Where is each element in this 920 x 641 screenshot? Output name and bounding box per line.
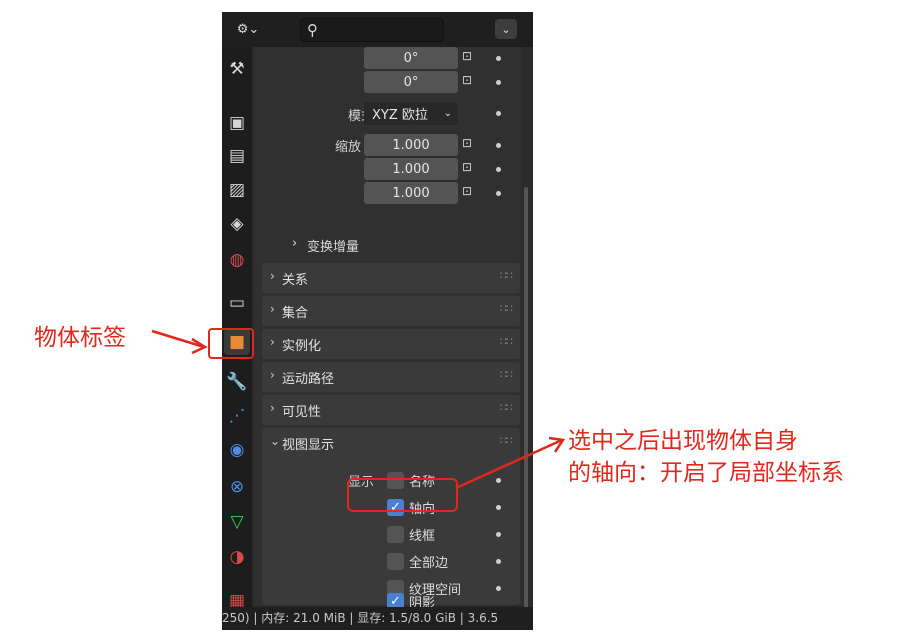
data-icon[interactable]: ▽ xyxy=(224,509,250,535)
scrollbar[interactable] xyxy=(524,187,528,617)
chevron-right-icon: › xyxy=(292,236,298,251)
constraints-icon[interactable]: ⊗ xyxy=(224,474,250,500)
lock-icon[interactable]: ⊡ xyxy=(462,184,472,198)
render-icon[interactable]: ▣ xyxy=(224,110,250,136)
collection-icon[interactable]: ▭ xyxy=(224,290,250,316)
object-tab-annotation: 物体标签 xyxy=(34,325,126,351)
keyframe-dot-icon[interactable] xyxy=(496,505,501,510)
section-title: 实例化 xyxy=(282,339,322,354)
section-motion-paths[interactable]: › 运动路径 ∷∷ xyxy=(262,362,520,392)
material-icon[interactable]: ◑ xyxy=(224,544,250,570)
output-icon[interactable]: ▤ xyxy=(224,143,250,169)
search-field[interactable]: ⚲ xyxy=(300,18,444,42)
section-relations[interactable]: › 关系 ∷∷ xyxy=(262,263,520,293)
chevron-down-icon[interactable]: ⌄ xyxy=(270,434,280,448)
chevron-right-icon: › xyxy=(270,401,275,415)
axes-option-highlight xyxy=(347,478,458,512)
object-properties-content: Y 0° ⊡ Z 0° ⊡ 模式 XYZ 欧拉 ⌄ 缩放 X 1.000 ⊡ Y… xyxy=(254,47,522,605)
drag-handle-icon[interactable]: ∷∷ xyxy=(500,335,513,348)
panel-header: ⚙⌄ ⚲ ⌄ xyxy=(222,12,533,47)
keyframe-dot-icon[interactable] xyxy=(496,532,501,537)
rotation-z-field[interactable]: 0° xyxy=(364,71,458,93)
rotation-mode-value: XYZ 欧拉 xyxy=(372,108,428,123)
lock-icon[interactable]: ⊡ xyxy=(462,49,472,63)
keyframe-dot-icon[interactable] xyxy=(496,80,501,85)
annotation-arrow xyxy=(455,436,566,490)
wireframe-label: 线框 xyxy=(409,529,436,544)
editor-type-button[interactable]: ⚙⌄ xyxy=(229,18,267,40)
keyframe-dot-icon[interactable] xyxy=(496,111,501,116)
scale-x-label: 缩放 X xyxy=(334,140,374,155)
chevron-right-icon: › xyxy=(270,302,275,316)
drag-handle-icon[interactable]: ∷∷ xyxy=(500,302,513,315)
wireframe-checkbox[interactable] xyxy=(387,526,404,543)
drag-handle-icon[interactable]: ∷∷ xyxy=(500,401,513,414)
all-edges-checkbox[interactable] xyxy=(387,553,404,570)
properties-panel: ⚙⌄ ⚲ ⌄ ⚒▣▤▨◈◍▭■🔧⋰◉⊗▽◑▦ Y 0° ⊡ Z 0° ⊡ 模式 … xyxy=(222,12,533,630)
axis-annotation-line2: 的轴向：开启了局部坐标系 xyxy=(568,460,844,486)
rotation-mode-label: 模式 xyxy=(347,109,374,124)
section-visibility[interactable]: › 可见性 ∷∷ xyxy=(262,395,520,425)
drag-handle-icon[interactable]: ∷∷ xyxy=(500,368,513,381)
chevron-right-icon: › xyxy=(270,368,275,382)
section-title: 可见性 xyxy=(282,405,322,420)
annotation-arrow xyxy=(151,329,208,355)
delta-transform-subpanel[interactable]: 变换增量 xyxy=(307,236,359,255)
axis-annotation-line1: 选中之后出现物体自身 xyxy=(568,428,798,454)
view-layer-icon[interactable]: ▨ xyxy=(224,177,250,203)
search-icon: ⚲ xyxy=(307,21,318,39)
physics-icon[interactable]: ◉ xyxy=(224,437,250,463)
rotation-y-field[interactable]: 0° xyxy=(364,47,458,69)
section-collections[interactable]: › 集合 ∷∷ xyxy=(262,296,520,326)
section-instancing[interactable]: › 实例化 ∷∷ xyxy=(262,329,520,359)
chevron-down-icon: ⌄ xyxy=(443,108,452,119)
lock-icon[interactable]: ⊡ xyxy=(462,136,472,150)
lock-icon[interactable]: ⊡ xyxy=(462,73,472,87)
all-edges-label: 全部边 xyxy=(409,556,449,571)
particles-icon[interactable]: ⋰ xyxy=(224,403,250,429)
keyframe-dot-icon[interactable] xyxy=(496,559,501,564)
keyframe-dot-icon[interactable] xyxy=(496,143,501,148)
world-icon[interactable]: ◍ xyxy=(224,247,250,273)
keyframe-dot-icon[interactable] xyxy=(496,191,501,196)
tool-icon[interactable]: ⚒ xyxy=(224,56,250,82)
chevron-right-icon: › xyxy=(270,269,275,283)
scene-icon[interactable]: ◈ xyxy=(224,211,250,237)
modifier-icon[interactable]: 🔧 xyxy=(224,369,250,395)
chevron-right-icon: › xyxy=(270,335,275,349)
section-title: 集合 xyxy=(282,306,309,321)
lock-icon[interactable]: ⊡ xyxy=(462,160,472,174)
section-title: 关系 xyxy=(282,273,309,288)
scale-x-field[interactable]: 1.000 xyxy=(364,134,458,156)
drag-handle-icon[interactable]: ∷∷ xyxy=(500,269,513,282)
keyframe-dot-icon[interactable] xyxy=(496,586,501,591)
object-tab-highlight xyxy=(208,328,254,359)
keyframe-dot-icon[interactable] xyxy=(496,56,501,61)
header-dropdown-button[interactable]: ⌄ xyxy=(495,19,517,39)
section-title: 运动路径 xyxy=(282,372,335,387)
status-bar: 250) | 内存: 21.0 MiB | 显存: 1.5/8.0 GiB | … xyxy=(222,607,533,630)
rotation-mode-select[interactable]: XYZ 欧拉 ⌄ xyxy=(364,102,458,125)
scale-y-field[interactable]: 1.000 xyxy=(364,158,458,180)
section-title[interactable]: 视图显示 xyxy=(282,434,334,453)
keyframe-dot-icon[interactable] xyxy=(496,167,501,172)
scale-z-field[interactable]: 1.000 xyxy=(364,182,458,204)
